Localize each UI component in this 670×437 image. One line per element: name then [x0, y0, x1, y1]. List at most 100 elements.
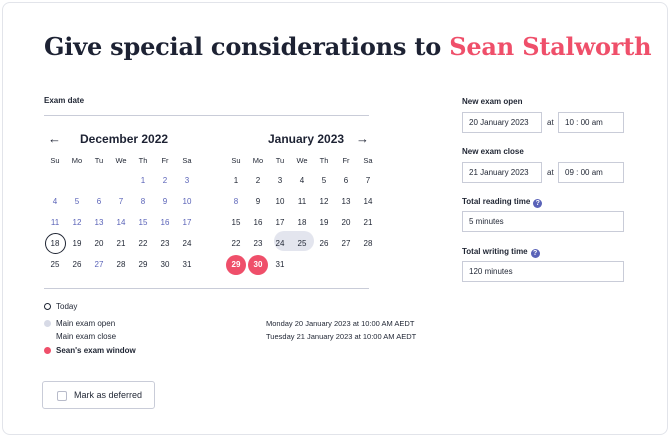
calendar-day[interactable]: 1 [225, 170, 247, 191]
calendar-day[interactable]: 2 [247, 170, 269, 191]
help-icon[interactable]: ? [530, 249, 540, 258]
calendar-grid: Su Mo Tu We Th Fr Sa 1 2 3 4 5 6 7 8 9 10 11 12 13 14 15 16 17 1… [225, 150, 379, 275]
calendar-day-number: 29 [138, 260, 148, 269]
calendar-day[interactable]: 10 [176, 191, 198, 212]
calendar-day[interactable]: 7 [357, 170, 379, 191]
calendar-day[interactable]: 23 [154, 233, 176, 254]
mark-as-deferred-button[interactable]: Mark as deferred [42, 381, 155, 409]
calendar-day[interactable]: 22 [225, 233, 247, 254]
calendar-day[interactable]: 1 [132, 170, 154, 191]
calendar-day[interactable]: 8 [225, 191, 247, 212]
calendar-day[interactable]: 14 [110, 212, 132, 233]
calendar-day[interactable]: 18 [291, 212, 313, 233]
calendar-day[interactable]: 11 [291, 191, 313, 212]
calendar-blank [66, 170, 88, 191]
deferred-checkbox[interactable] [57, 391, 67, 401]
calendar-day[interactable]: 30 [154, 254, 176, 275]
calendar-day[interactable]: 15 [225, 212, 247, 233]
legend-main-close-label: Main exam close [56, 332, 117, 341]
calendar-day[interactable]: 9 [154, 191, 176, 212]
calendar-day[interactable]: 14 [357, 191, 379, 212]
mark-as-deferred-label: Mark as deferred [74, 390, 143, 400]
calendar-day-number: 9 [255, 197, 261, 206]
weekday-header: Sa [363, 156, 373, 165]
calendar-day[interactable]: 8 [132, 191, 154, 212]
calendar-day-number: 30 [160, 260, 170, 269]
calendar-day[interactable]: 3 [269, 170, 291, 191]
calendar-day[interactable]: 29 [225, 254, 247, 275]
calendar-day[interactable]: 15 [132, 212, 154, 233]
calendar-day-number: 25 [297, 239, 307, 248]
calendar-day[interactable]: 5 [66, 191, 88, 212]
total-writing-time-input[interactable]: 120 minutes [462, 261, 624, 282]
weekday-header: Fr [161, 156, 169, 165]
calendar-day[interactable]: 17 [176, 212, 198, 233]
calendar-day[interactable]: 5 [313, 170, 335, 191]
next-month-arrow-icon[interactable]: → [356, 131, 369, 146]
calendar-day[interactable]: 4 [291, 170, 313, 191]
calendar-day[interactable]: 16 [154, 212, 176, 233]
exam-window-marker-icon [44, 347, 51, 354]
calendar-day-number: 25 [50, 260, 60, 269]
calendar-day[interactable]: 13 [335, 191, 357, 212]
calendar-day[interactable]: 6 [88, 191, 110, 212]
calendar-day[interactable]: 6 [335, 170, 357, 191]
calendar-day-number: 8 [233, 197, 239, 206]
calendar-day[interactable]: 13 [88, 212, 110, 233]
calendar-day[interactable]: 29 [132, 254, 154, 275]
calendar-day[interactable]: 9 [247, 191, 269, 212]
calendar-day[interactable]: 21 [357, 212, 379, 233]
calendar-day[interactable]: 18 [44, 233, 66, 254]
new-exam-open-date-input[interactable]: 20 January 2023 [462, 112, 542, 133]
month-title: December 2022 [80, 132, 169, 146]
calendar-day-number: 14 [116, 218, 126, 227]
calendar-day[interactable]: 3 [176, 170, 198, 191]
calendar-day[interactable]: 31 [176, 254, 198, 275]
new-exam-close-date-input[interactable]: 21 January 2023 [462, 162, 542, 183]
calendar-day[interactable]: 27 [335, 233, 357, 254]
help-icon[interactable]: ? [533, 199, 543, 208]
calendar-day[interactable]: 10 [269, 191, 291, 212]
calendar-day[interactable]: 31 [269, 254, 291, 275]
new-exam-open-time-input[interactable]: 10 : 00 am [558, 112, 624, 133]
calendar-day[interactable]: 22 [132, 233, 154, 254]
calendar-day[interactable]: 25 [291, 233, 313, 254]
calendar-day[interactable]: 11 [44, 212, 66, 233]
calendar-day[interactable]: 28 [357, 233, 379, 254]
calendar-day[interactable]: 7 [110, 191, 132, 212]
calendar-day[interactable]: 24 [176, 233, 198, 254]
new-exam-close-time-input[interactable]: 09 : 00 am [558, 162, 624, 183]
new-exam-close-label: New exam close [462, 147, 524, 156]
weekday-header: Su [50, 156, 60, 165]
calendar-day[interactable]: 25 [44, 254, 66, 275]
calendar-day-number: 9 [162, 197, 168, 206]
calendar-day[interactable]: 12 [66, 212, 88, 233]
calendar-day[interactable]: 26 [313, 233, 335, 254]
calendar-day[interactable]: 23 [247, 233, 269, 254]
total-reading-time-input[interactable]: 5 minutes [462, 211, 624, 232]
calendar-day[interactable]: 26 [66, 254, 88, 275]
calendar-day[interactable]: 28 [110, 254, 132, 275]
weekday-header: Fr [342, 156, 350, 165]
today-marker-icon [44, 303, 51, 310]
calendar-day-number: 12 [319, 197, 329, 206]
calendar-day[interactable]: 2 [154, 170, 176, 191]
total-writing-time-text: Total writing time [462, 247, 528, 256]
calendar-day[interactable]: 19 [66, 233, 88, 254]
calendar-day[interactable]: 17 [269, 212, 291, 233]
at-label: at [547, 118, 554, 127]
calendar-day[interactable]: 30 [247, 254, 269, 275]
calendar-day-number: 22 [138, 239, 148, 248]
calendar-day[interactable]: 4 [44, 191, 66, 212]
calendar-day-number: 20 [341, 218, 351, 227]
calendar-day[interactable]: 27 [88, 254, 110, 275]
calendar-day[interactable]: 19 [313, 212, 335, 233]
prev-month-arrow-icon[interactable]: ← [48, 131, 61, 146]
calendar-day[interactable]: 21 [110, 233, 132, 254]
calendar-day[interactable]: 24 [269, 233, 291, 254]
new-exam-open-label: New exam open [462, 97, 523, 106]
calendar-day[interactable]: 20 [88, 233, 110, 254]
calendar-day[interactable]: 16 [247, 212, 269, 233]
calendar-day[interactable]: 12 [313, 191, 335, 212]
calendar-day[interactable]: 20 [335, 212, 357, 233]
